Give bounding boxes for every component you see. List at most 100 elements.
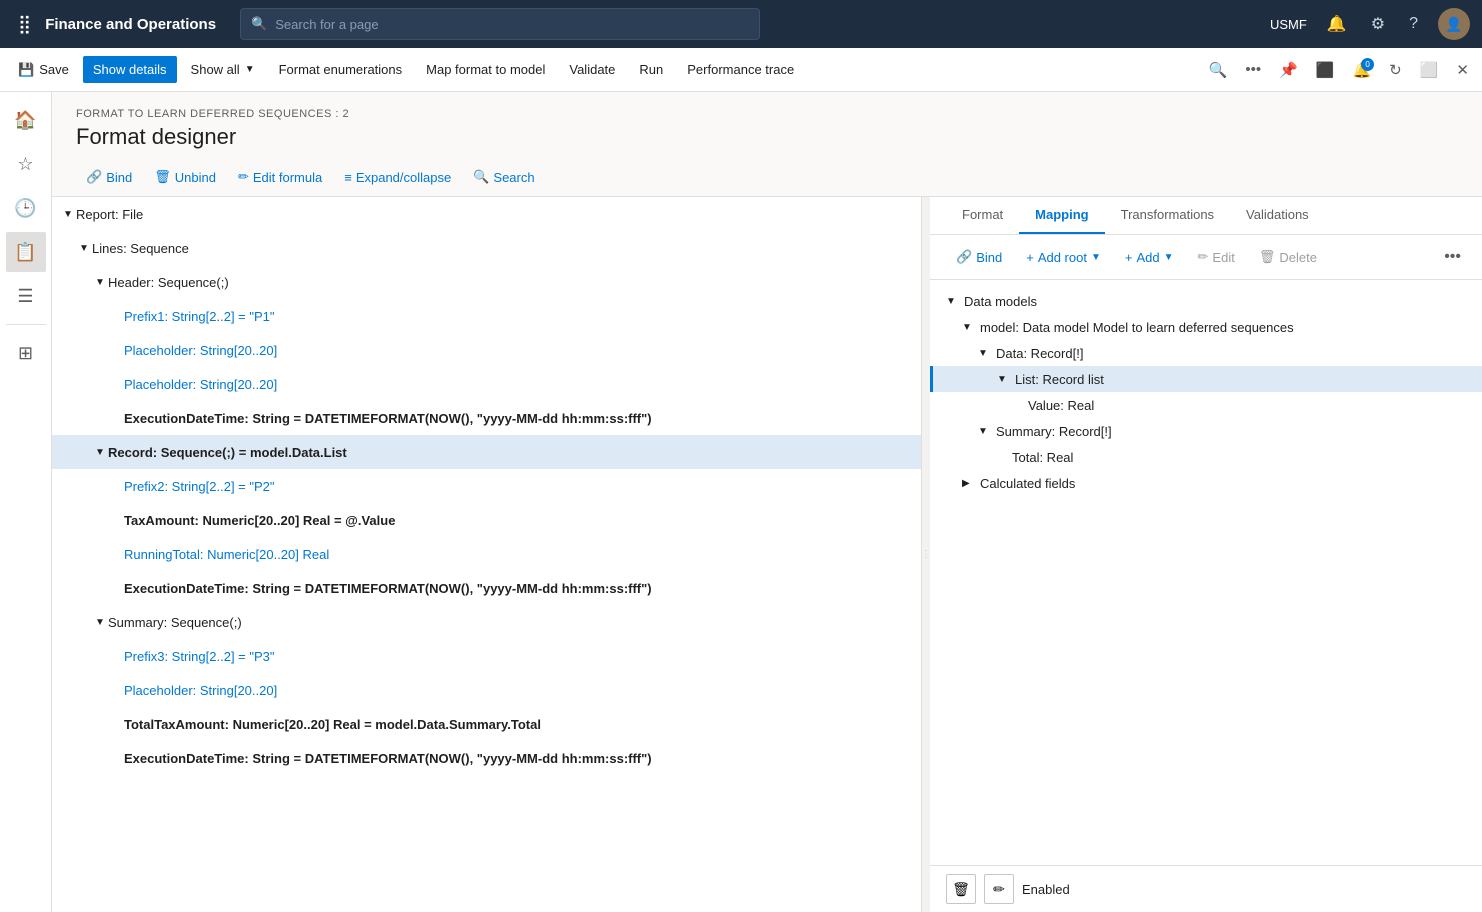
validate-button[interactable]: Validate	[559, 56, 625, 83]
add-button[interactable]: + Add ▼	[1115, 245, 1184, 270]
close-icon[interactable]: ✕	[1451, 56, 1474, 84]
search-button[interactable]: 🔍 Search	[463, 164, 544, 190]
tree-item-prefix1[interactable]: Prefix1: String[2..2] = "P1"	[52, 299, 921, 333]
link-icon: 🔗	[86, 169, 102, 185]
toolbar-search-icon[interactable]: 🔍	[1204, 56, 1233, 84]
r-tree-data-record[interactable]: ▼ Data: Record[!]	[930, 340, 1482, 366]
toggle-lines-sequence[interactable]: ▼	[76, 240, 92, 256]
refresh-icon[interactable]: ↻	[1384, 56, 1407, 84]
r-toggle-calculated-fields[interactable]: ▶	[962, 478, 976, 489]
r-tree-calculated-fields[interactable]: ▶ Calculated fields	[930, 470, 1482, 496]
toggle-header-sequence[interactable]: ▼	[92, 274, 108, 290]
format-enumerations-button[interactable]: Format enumerations	[269, 56, 413, 83]
global-search-input[interactable]	[275, 17, 749, 32]
r-tree-total-real[interactable]: Total: Real	[930, 444, 1482, 470]
sidebar-recent-icon[interactable]: 🕒	[6, 188, 46, 228]
toolbar-right-actions: 🔍 ••• 📌 ⬛ 🔔 0 ↻ ⬜ ✕	[1204, 56, 1474, 84]
r-toggle-summary-record[interactable]: ▼	[978, 426, 992, 437]
r-tree-value-real[interactable]: Value: Real	[930, 392, 1482, 418]
tabs-bar: Format Mapping Transformations Validatio…	[930, 197, 1482, 235]
status-label: Enabled	[1022, 882, 1070, 897]
sidebar-home-icon[interactable]: 🏠	[6, 100, 46, 140]
status-delete-button[interactable]: 🗑	[946, 874, 976, 904]
more-options-icon[interactable]: •••	[1439, 243, 1466, 271]
bind-button[interactable]: 🔗 Bind	[76, 164, 142, 190]
user-avatar[interactable]: 👤	[1438, 8, 1470, 40]
tree-item-placeholder3[interactable]: Placeholder: String[20..20]	[52, 673, 921, 707]
panel-resizer[interactable]: ⋮	[922, 197, 930, 912]
tree-item-prefix2[interactable]: Prefix2: String[2..2] = "P2"	[52, 469, 921, 503]
r-toggle-data-models[interactable]: ▼	[946, 296, 960, 307]
tree-item-runningtotal[interactable]: RunningTotal: Numeric[20..20] Real	[52, 537, 921, 571]
sidebar-calendar-icon[interactable]: 📋	[6, 232, 46, 272]
r-tree-summary-record[interactable]: ▼ Summary: Record[!]	[930, 418, 1482, 444]
tree-item-executiondatetime1[interactable]: ExecutionDateTime: String = DATETIMEFORM…	[52, 401, 921, 435]
tab-validations[interactable]: Validations	[1230, 197, 1325, 234]
sidebar-list-icon[interactable]: ☰	[6, 276, 46, 316]
tree-item-record-sequence[interactable]: ▼ Record: Sequence(;) = model.Data.List	[52, 435, 921, 469]
pencil-icon: ✏	[238, 169, 249, 185]
r-tree-list-record[interactable]: ▼ List: Record list	[930, 366, 1482, 392]
performance-trace-button[interactable]: Performance trace	[677, 56, 804, 83]
tree-item-executiondatetime3[interactable]: ExecutionDateTime: String = DATETIMEFORM…	[52, 741, 921, 775]
tree-item-placeholder2[interactable]: Placeholder: String[20..20]	[52, 367, 921, 401]
waffle-icon[interactable]: ⣿	[12, 8, 37, 41]
expand-icon[interactable]: ⬜	[1415, 56, 1444, 84]
tree-item-prefix3[interactable]: Prefix3: String[2..2] = "P3"	[52, 639, 921, 673]
tree-item-totaltaxamount[interactable]: TotalTaxAmount: Numeric[20..20] Real = m…	[52, 707, 921, 741]
tree-item-taxamount[interactable]: TaxAmount: Numeric[20..20] Real = @.Valu…	[52, 503, 921, 537]
status-edit-button[interactable]: ✏	[984, 874, 1014, 904]
format-tree-panel: ▼ Report: File ▼ Lines: Sequence ▼ Heade…	[52, 197, 922, 912]
save-button[interactable]: 💾 Save	[8, 56, 79, 84]
main-toolbar: 💾 Save Show details Show all ▼ Format en…	[0, 48, 1482, 92]
toggle-summary-sequence[interactable]: ▼	[92, 614, 108, 630]
map-format-button[interactable]: Map format to model	[416, 56, 555, 83]
pin-icon[interactable]: 📌	[1274, 56, 1303, 84]
settings-icon[interactable]: ⚙	[1367, 10, 1389, 38]
add-root-button[interactable]: + Add root ▼	[1016, 245, 1111, 270]
user-region: USMF	[1270, 17, 1307, 32]
model-bind-button[interactable]: 🔗 Bind	[946, 244, 1012, 270]
unbind-button[interactable]: 🗑 Unbind	[144, 164, 226, 190]
r-toggle-data-record[interactable]: ▼	[978, 348, 992, 359]
sidebar-star-icon[interactable]: ☆	[6, 144, 46, 184]
tree-item-header-sequence[interactable]: ▼ Header: Sequence(;)	[52, 265, 921, 299]
show-all-button[interactable]: Show all ▼	[181, 56, 265, 83]
r-toggle-model-deferred[interactable]: ▼	[962, 322, 976, 333]
global-search[interactable]: 🔍	[240, 8, 760, 40]
sidebar-filter-icon[interactable]: ⊞	[6, 333, 46, 373]
r-toggle-list-record[interactable]: ▼	[997, 374, 1011, 385]
content-area: FORMAT TO LEARN DEFERRED SEQUENCES : 2 F…	[52, 92, 1482, 912]
toolbar-more-icon[interactable]: •••	[1240, 56, 1266, 83]
r-tree-model-deferred[interactable]: ▼ model: Data model Model to learn defer…	[930, 314, 1482, 340]
badge-icon[interactable]: 🔔 0	[1347, 56, 1376, 84]
notification-icon[interactable]: 🔔	[1323, 10, 1351, 38]
toggle-record-sequence[interactable]: ▼	[92, 444, 108, 460]
delete-button[interactable]: 🗑 Delete	[1249, 244, 1327, 270]
unbind-icon: 🗑	[154, 169, 171, 185]
tree-item-executiondatetime2[interactable]: ExecutionDateTime: String = DATETIMEFORM…	[52, 571, 921, 605]
app-title: Finance and Operations	[45, 16, 216, 33]
tree-item-lines-sequence[interactable]: ▼ Lines: Sequence	[52, 231, 921, 265]
notification-badge-wrapper: 🔔 0	[1347, 56, 1376, 84]
show-details-button[interactable]: Show details	[83, 56, 177, 83]
link-icon: 🔗	[956, 249, 972, 265]
page-header: FORMAT TO LEARN DEFERRED SEQUENCES : 2 F…	[52, 92, 1482, 158]
tree-item-report-file[interactable]: ▼ Report: File	[52, 197, 921, 231]
delete-trash-icon: 🗑	[1259, 249, 1276, 265]
help-icon[interactable]: ?	[1405, 11, 1422, 37]
office-icon[interactable]: ⬛	[1311, 56, 1340, 84]
run-button[interactable]: Run	[629, 56, 673, 83]
edit-button[interactable]: ✏ Edit	[1188, 244, 1245, 270]
tab-transformations[interactable]: Transformations	[1105, 197, 1230, 234]
add-root-caret-icon: ▼	[1091, 252, 1101, 263]
r-tree-data-models[interactable]: ▼ Data models	[930, 288, 1482, 314]
tree-item-placeholder1[interactable]: Placeholder: String[20..20]	[52, 333, 921, 367]
tab-mapping[interactable]: Mapping	[1019, 197, 1104, 234]
tab-format[interactable]: Format	[946, 197, 1019, 234]
edit-formula-button[interactable]: ✏ Edit formula	[228, 164, 332, 190]
right-toolbar: 🔗 Bind + Add root ▼ + Add ▼ ✏	[930, 235, 1482, 280]
toggle-report-file[interactable]: ▼	[60, 206, 76, 222]
expand-collapse-button[interactable]: ≡ Expand/collapse	[334, 165, 461, 190]
tree-item-summary-sequence[interactable]: ▼ Summary: Sequence(;)	[52, 605, 921, 639]
